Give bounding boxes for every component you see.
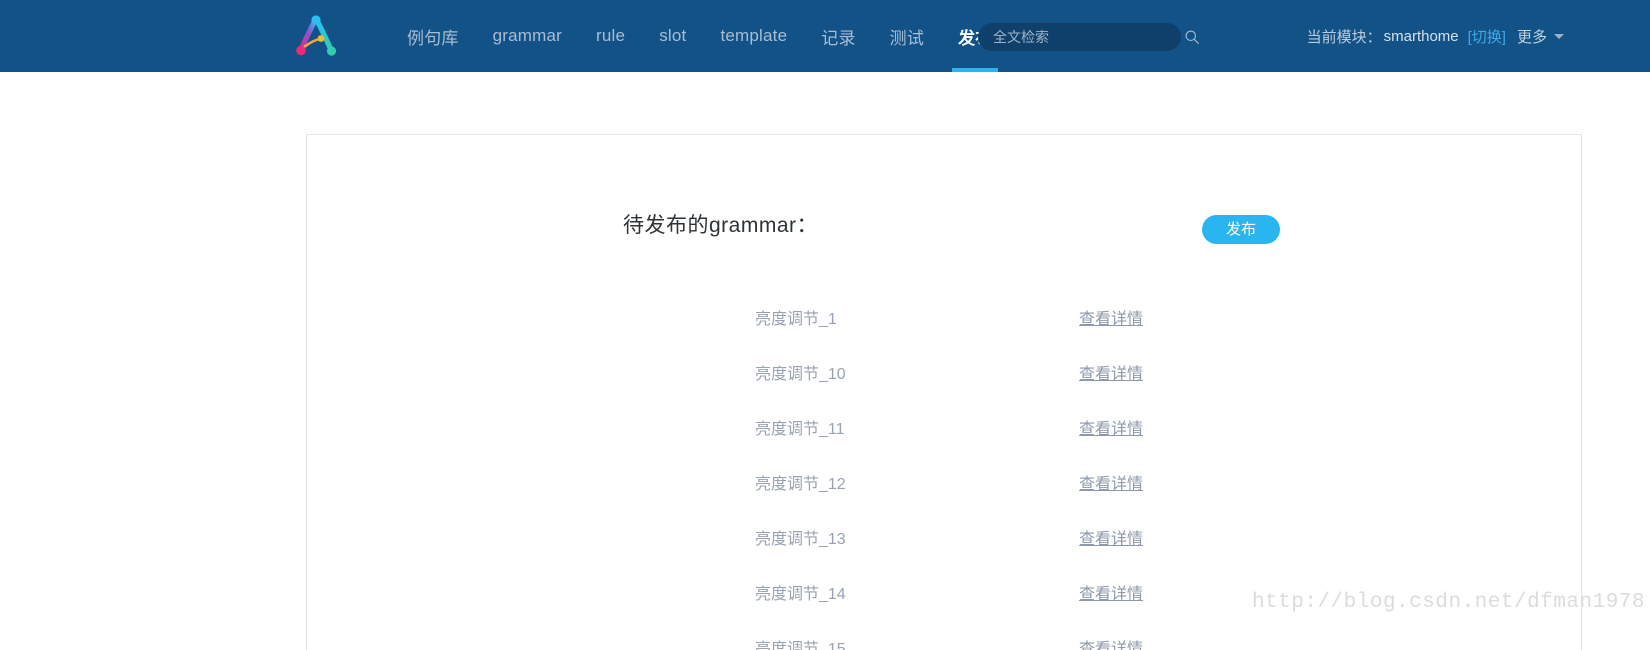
grammar-name: 亮度调节_15 bbox=[755, 641, 846, 650]
module-name: smarthome bbox=[1383, 27, 1459, 45]
nav-item-examples[interactable]: 例句库 bbox=[390, 0, 476, 72]
view-detail-link[interactable]: 查看详情 bbox=[1079, 525, 1143, 549]
grammar-name: 亮度调节_1 bbox=[755, 311, 837, 328]
nav-item-grammar[interactable]: grammar bbox=[476, 0, 579, 72]
grammar-name: 亮度调节_10 bbox=[755, 366, 846, 383]
grammar-name: 亮度调节_14 bbox=[755, 586, 846, 603]
top-navigation-bar: 例句库 grammar rule slot template 记录 测试 发布 … bbox=[0, 0, 1650, 72]
module-label: 当前模块： bbox=[1306, 28, 1382, 46]
page-title: 待发布的grammar： bbox=[623, 214, 819, 237]
nav-item-label: 测试 bbox=[889, 28, 925, 48]
nav-item-label: 例句库 bbox=[407, 28, 459, 48]
list-item: 亮度调节_1 查看详情 bbox=[307, 295, 1581, 350]
chevron-down-icon bbox=[1554, 33, 1564, 39]
view-detail-link[interactable]: 查看详情 bbox=[1079, 360, 1143, 384]
search-input[interactable] bbox=[978, 24, 1184, 50]
search-icon[interactable] bbox=[1184, 23, 1200, 51]
list-item: 亮度调节_12 查看详情 bbox=[307, 460, 1581, 515]
nav-item-test[interactable]: 测试 bbox=[873, 0, 941, 72]
nav-item-label: grammar bbox=[492, 26, 563, 45]
grammar-name: 亮度调节_13 bbox=[755, 531, 846, 548]
nav-item-label: template bbox=[720, 26, 788, 45]
watermark: http://blog.csdn.net/dfman1978 bbox=[1251, 591, 1645, 614]
list-item: 亮度调节_13 查看详情 bbox=[307, 515, 1581, 570]
panel-header: 待发布的grammar： 发布 bbox=[307, 135, 1581, 295]
search-box[interactable] bbox=[978, 23, 1199, 51]
view-detail-link[interactable]: 查看详情 bbox=[1079, 305, 1143, 329]
page-body: 待发布的grammar： 发布 亮度调节_1 查看详情 亮度调节_10 查看详情… bbox=[0, 72, 1650, 650]
grammar-name: 亮度调节_11 bbox=[755, 421, 845, 438]
nav-item-rule[interactable]: rule bbox=[579, 0, 642, 72]
module-info: 当前模块： smarthome [切换] 更多 bbox=[1307, 0, 1564, 72]
more-menu[interactable]: 更多 bbox=[1517, 26, 1564, 47]
list-item: 亮度调节_15 查看详情 bbox=[307, 625, 1581, 650]
list-item: 亮度调节_10 查看详情 bbox=[307, 350, 1581, 405]
nav-item-label: 记录 bbox=[821, 28, 856, 48]
nav-item-label: rule bbox=[596, 26, 626, 45]
list-item: 亮度调节_11 查看详情 bbox=[307, 405, 1581, 460]
view-detail-link[interactable]: 查看详情 bbox=[1079, 580, 1143, 604]
more-menu-label: 更多 bbox=[1516, 28, 1547, 46]
view-detail-link[interactable]: 查看详情 bbox=[1079, 635, 1143, 650]
app-logo[interactable] bbox=[292, 13, 340, 59]
nav-item-records[interactable]: 记录 bbox=[804, 0, 872, 72]
nav-item-label: slot bbox=[659, 26, 687, 45]
nav-item-slot[interactable]: slot bbox=[642, 0, 703, 72]
view-detail-link[interactable]: 查看详情 bbox=[1079, 470, 1143, 494]
main-nav: 例句库 grammar rule slot template 记录 测试 发布 bbox=[390, 0, 1009, 72]
view-detail-link[interactable]: 查看详情 bbox=[1079, 415, 1143, 439]
switch-module-link[interactable]: [切换] bbox=[1468, 26, 1506, 47]
grammar-name: 亮度调节_12 bbox=[755, 476, 846, 493]
publish-panel: 待发布的grammar： 发布 亮度调节_1 查看详情 亮度调节_10 查看详情… bbox=[306, 134, 1582, 650]
publish-button[interactable]: 发布 bbox=[1202, 215, 1280, 244]
nav-item-template[interactable]: template bbox=[703, 0, 804, 72]
